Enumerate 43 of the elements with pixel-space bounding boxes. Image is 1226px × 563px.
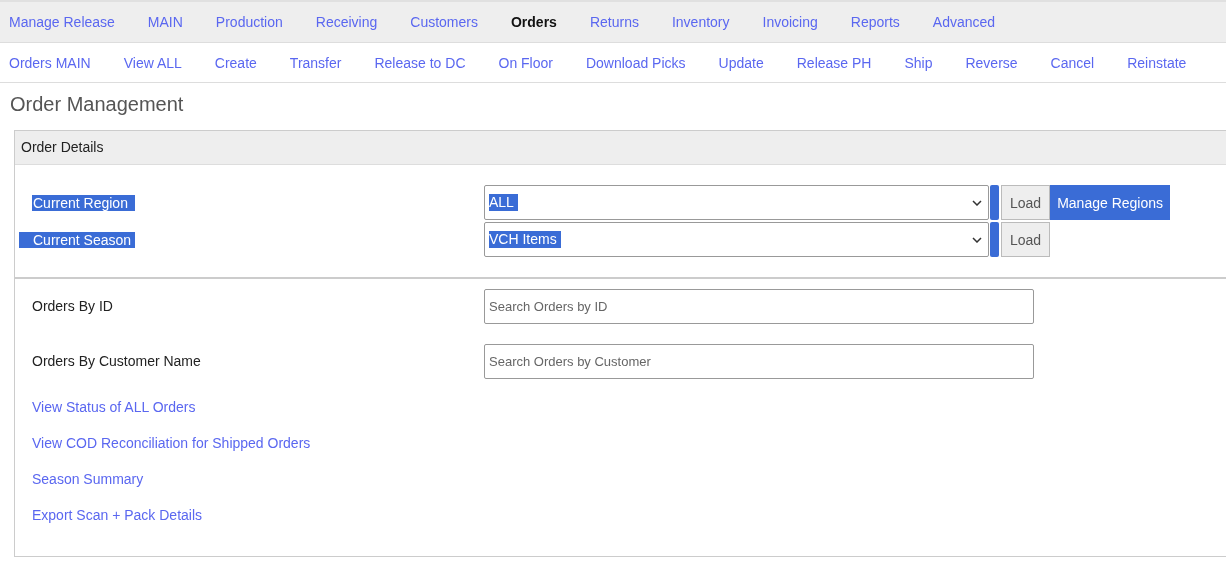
sub-nav-link[interactable]: Release PH [796, 54, 872, 71]
selection-highlight [990, 222, 999, 257]
load-button[interactable]: Load [1001, 185, 1051, 220]
sub-nav-link[interactable]: Create [214, 54, 257, 71]
sub-nav-link[interactable]: Release to DC [374, 54, 466, 71]
nav-tab[interactable]: Reports [850, 14, 900, 30]
manage-regions-button[interactable]: Manage Regions [1050, 185, 1170, 220]
nav-tab[interactable]: Production [215, 14, 283, 30]
sub-nav-link[interactable]: On Floor [498, 54, 553, 71]
sub-nav-link[interactable]: Update [718, 54, 764, 71]
sub-nav-link[interactable]: Transfer [289, 54, 342, 71]
chevron-down-icon [972, 199, 982, 206]
link[interactable]: View COD Reconciliation for Shipped Orders [32, 435, 311, 451]
link[interactable]: View Status of ALL Orders [32, 399, 196, 415]
nav-tab[interactable]: Returns [589, 14, 639, 30]
page-title: Order Management [10, 93, 185, 116]
nav-tab[interactable]: Advanced [932, 14, 996, 30]
panel-header: Order Details [15, 131, 1226, 165]
dropdown-field[interactable]: ALL [484, 185, 989, 220]
nav-tab[interactable]: Receiving [315, 14, 378, 30]
nav-tab[interactable]: Inventory [671, 14, 730, 30]
link[interactable]: Season Summary [32, 471, 144, 487]
chevron-down-icon [972, 236, 982, 243]
link[interactable]: Export Scan + Pack Details [32, 507, 203, 523]
load-button[interactable]: Load [1001, 222, 1051, 257]
nav-tab[interactable]: Manage Release [9, 14, 115, 30]
sub-nav-link[interactable]: View ALL [123, 54, 182, 71]
nav-tab[interactable]: Customers [410, 14, 478, 30]
search-field[interactable]: Search Orders by ID [484, 289, 1034, 324]
sub-nav-link[interactable]: Ship [904, 54, 933, 71]
field-label: Orders By ID [32, 298, 114, 314]
nav-tab[interactable]: Invoicing [762, 14, 818, 30]
sub-nav-link[interactable]: Reverse [965, 54, 1018, 71]
sub-nav-link[interactable]: Cancel [1050, 54, 1095, 71]
sub-nav-link[interactable]: Reinstate [1127, 54, 1187, 71]
sub-nav-link[interactable]: Download Picks [585, 54, 686, 71]
selection-highlight [990, 185, 999, 220]
sub-nav-link[interactable]: Orders MAIN [9, 54, 91, 71]
search-field[interactable]: Search Orders by Customer [484, 344, 1034, 379]
nav-tab[interactable]: Orders [510, 14, 557, 30]
nav-tab[interactable]: MAIN [147, 14, 183, 30]
dropdown-field[interactable]: VCH Items [484, 222, 989, 257]
field-label: Orders By Customer Name [32, 353, 202, 369]
